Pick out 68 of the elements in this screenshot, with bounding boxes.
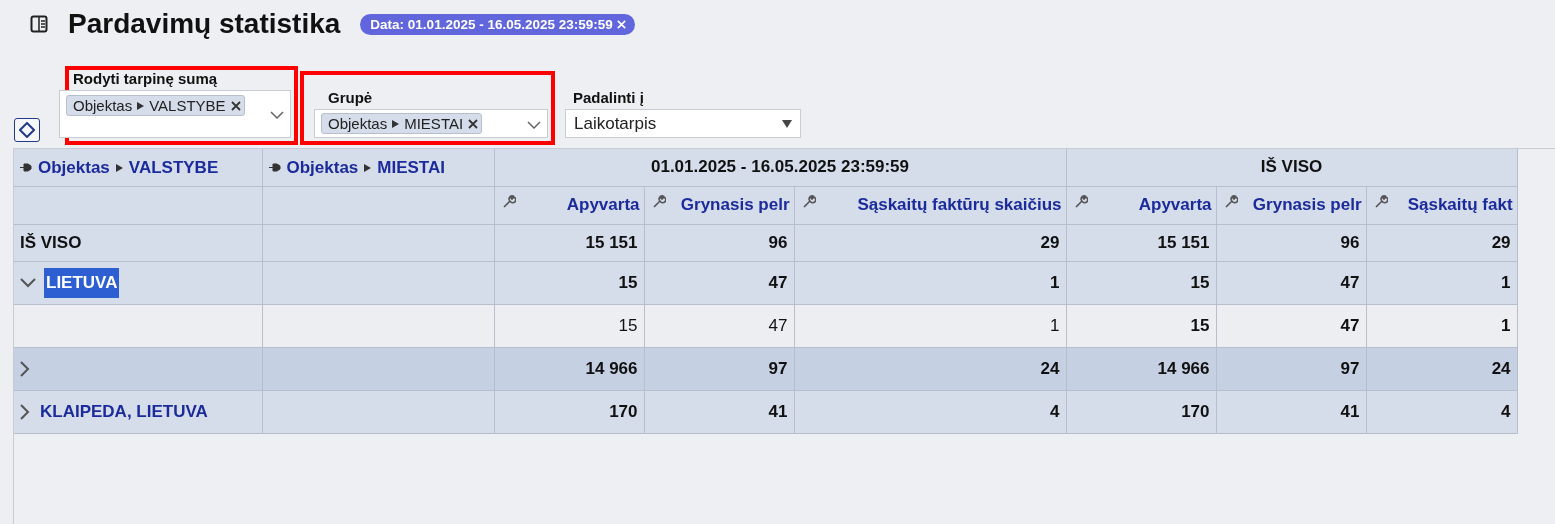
table-cell: 41	[1216, 390, 1366, 433]
table-cell: 1	[794, 304, 1066, 347]
table-header: 01.01.2025 - 16.05.2025 23:59:59	[494, 149, 1066, 186]
table-cell: 24	[1366, 347, 1518, 390]
table-cell: 4	[794, 390, 1066, 433]
table-cell: 47	[1216, 304, 1366, 347]
filter-label: Padalinti į	[572, 89, 645, 106]
table-cell: 15 151	[1066, 224, 1216, 261]
table-cell: 15	[494, 304, 644, 347]
table-cell: 15 151	[494, 224, 644, 261]
table-cell: 47	[644, 304, 794, 347]
table-header[interactable]: Objektas VALSTYBE	[14, 149, 262, 186]
table-cell: IŠ VISO	[14, 224, 262, 261]
expand-collapse-button[interactable]	[14, 118, 40, 142]
table-cell: 14 966	[494, 347, 644, 390]
table-cell: 1	[794, 261, 1066, 304]
filter-tag[interactable]: Objektas MIESTAI	[321, 113, 483, 134]
table-header: IŠ VISO	[1066, 149, 1518, 186]
measure-header[interactable]: Sąskaitų fakt	[1366, 186, 1518, 224]
chevron-down-icon[interactable]	[20, 277, 36, 288]
table-cell: 170	[1066, 390, 1216, 433]
sidebar-icon[interactable]	[30, 15, 48, 33]
table-cell: 29	[794, 224, 1066, 261]
close-icon[interactable]	[229, 99, 242, 112]
table-cell: 97	[1216, 347, 1366, 390]
table-cell: 15	[1066, 261, 1216, 304]
table-cell: 15	[494, 261, 644, 304]
chevron-down-icon[interactable]	[270, 111, 284, 119]
arrow-icon	[392, 119, 400, 128]
chevron-down-icon[interactable]	[527, 120, 541, 129]
table-cell: 15	[1066, 304, 1216, 347]
chevron-right-icon[interactable]	[20, 403, 30, 420]
table-header[interactable]: Objektas MIESTAI	[262, 149, 494, 186]
arrow-icon	[137, 101, 145, 110]
row-label[interactable]: LIETUVA	[44, 267, 120, 298]
filter-tag[interactable]: Objektas VALSTYBE	[66, 95, 245, 116]
measure-header[interactable]: Apyvarta	[494, 186, 644, 224]
multiselect-field[interactable]: Objektas MIESTAI	[314, 109, 548, 138]
page-title: Pardavimų statistika	[68, 8, 341, 40]
expand-icon	[19, 122, 35, 138]
table-cell: 1	[1366, 261, 1518, 304]
close-icon[interactable]	[467, 117, 480, 130]
arrow-icon	[115, 163, 123, 172]
filter-label: Grupė	[327, 89, 374, 106]
table-cell: 4	[1366, 390, 1518, 433]
measure-header[interactable]: Sąskaitų faktūrų skaičius	[794, 186, 1066, 224]
arrow-icon	[364, 163, 372, 172]
table-cell: 14 966	[1066, 347, 1216, 390]
table-cell: 96	[644, 224, 794, 261]
filter-label: Rodyti tarpinę sumą	[73, 70, 219, 87]
table-cell: 1	[1366, 304, 1518, 347]
multiselect-field[interactable]: Objektas VALSTYBE	[59, 90, 291, 138]
table-cell: 170	[494, 390, 644, 433]
table-cell: 29	[1366, 224, 1518, 261]
measure-header[interactable]: Grynasis pelr	[644, 186, 794, 224]
table-cell: 24	[794, 347, 1066, 390]
measure-header[interactable]: Grynasis pelr	[1216, 186, 1366, 224]
table-cell: 47	[1216, 261, 1366, 304]
select-field[interactable]: Laikotarpis	[565, 109, 801, 138]
table-cell: 47	[644, 261, 794, 304]
measure-header[interactable]: Apyvarta	[1066, 186, 1216, 224]
row-label[interactable]: KLAIPEDA, LIETUVA	[38, 396, 210, 427]
table-cell: 41	[644, 390, 794, 433]
table-cell: 97	[644, 347, 794, 390]
table-cell: 96	[1216, 224, 1366, 261]
dropdown-arrow-icon[interactable]	[782, 119, 792, 128]
chevron-right-icon[interactable]	[20, 360, 30, 377]
filter-chip[interactable]: Data: 01.01.2025 - 16.05.2025 23:59:59	[360, 13, 635, 35]
